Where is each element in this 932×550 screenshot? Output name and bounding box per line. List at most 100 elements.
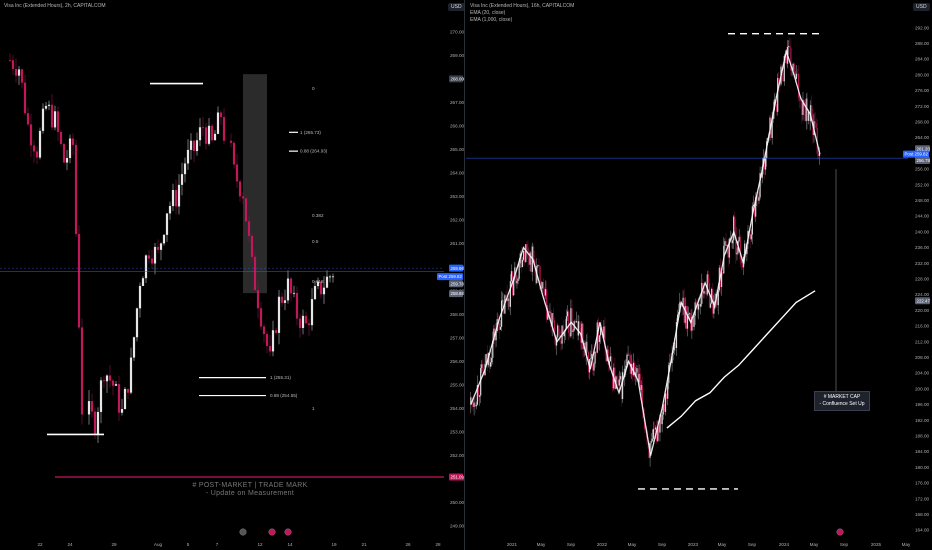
right-chart-pane[interactable]: 292.00 288.00 284.00 280.00 276.00 272.00 268.… xyxy=(466,0,932,550)
candle-body xyxy=(241,196,245,199)
candle-body xyxy=(14,69,18,76)
price-tick-label: 265.00 xyxy=(450,147,464,152)
candle-body xyxy=(491,357,493,363)
fib-label-088-lower: 0.88 (254.55) xyxy=(270,393,298,398)
candle-body xyxy=(725,241,727,246)
candle-body xyxy=(198,127,202,141)
time-tick-label: 2022 xyxy=(597,542,608,547)
candle-body xyxy=(796,73,799,75)
candle-body xyxy=(235,164,239,182)
candle-body xyxy=(674,342,676,348)
candle-body xyxy=(259,308,263,327)
candle-body xyxy=(274,330,278,333)
candle-body xyxy=(195,140,199,152)
candle-body xyxy=(507,298,509,301)
candle-body xyxy=(621,372,624,400)
candle-body xyxy=(114,384,118,386)
left-currency-badge[interactable]: USD xyxy=(448,3,464,11)
candle-body xyxy=(32,145,36,152)
price-tick-label: 168.00 xyxy=(915,512,929,517)
price-tick-label: 240.00 xyxy=(915,229,929,234)
candle-body xyxy=(20,69,24,83)
candle-body xyxy=(59,131,63,144)
fib-label-0618: 0.618 xyxy=(312,279,324,284)
candle-body xyxy=(542,282,544,289)
price-tag-label: Post 259.82 xyxy=(905,152,929,157)
right-chart-canvas[interactable]: 292.00 288.00 284.00 280.00 276.00 272.00 268.… xyxy=(466,0,932,550)
candle-body xyxy=(41,108,45,131)
price-tick-label: 262.00 xyxy=(450,218,464,223)
candle-body xyxy=(505,295,507,296)
price-tick-label: 204.00 xyxy=(915,371,929,376)
price-tick-label: 216.00 xyxy=(915,324,929,329)
price-tick-label: 236.00 xyxy=(915,245,929,250)
legend-ema-20[interactable]: EMA (20, close) xyxy=(470,10,574,17)
left-chart-canvas[interactable]: 0 1 (265.73) 0.88 (264.93) 0.382 0.5 0.618 1 (… xyxy=(0,0,464,550)
candle-body xyxy=(814,121,816,124)
price-tick-label: 269.00 xyxy=(450,53,464,58)
price-tick-label: 263.00 xyxy=(450,194,464,199)
candle-body xyxy=(271,330,275,352)
time-tick-label: Sep xyxy=(658,542,667,547)
candle-body xyxy=(301,315,305,328)
candle-body xyxy=(310,299,314,326)
candle-body xyxy=(640,385,642,390)
candle-body xyxy=(543,288,546,296)
right-currency-badge[interactable]: USD xyxy=(913,3,930,11)
candle-body xyxy=(499,326,502,330)
candle-body xyxy=(473,402,475,407)
legend-ema-1000[interactable]: EMA (1,000, close) xyxy=(470,17,574,24)
candle-body xyxy=(183,163,187,175)
candle-body xyxy=(216,112,220,134)
price-tick-label: 180.00 xyxy=(915,465,929,470)
candle-body xyxy=(524,250,526,262)
candle-body xyxy=(558,325,560,331)
candle-body xyxy=(229,140,233,143)
price-tag-label: 261.20 xyxy=(917,146,931,151)
candle-body xyxy=(616,376,618,380)
price-tick-label: 192.00 xyxy=(915,418,929,423)
candle-body xyxy=(68,138,72,159)
candle-body xyxy=(569,333,571,337)
candle-body xyxy=(811,105,813,115)
candle-body xyxy=(793,63,795,72)
left-chart-pane[interactable]: 0 1 (265.73) 0.88 (264.93) 0.382 0.5 0.618 1 (… xyxy=(0,0,465,550)
candle-body xyxy=(62,143,66,163)
candle-body xyxy=(502,300,504,302)
candle-body xyxy=(105,375,109,382)
candle-body xyxy=(559,330,561,342)
candle-body xyxy=(654,427,657,430)
candle-body xyxy=(474,402,476,407)
time-tick-label: Sep xyxy=(567,542,576,547)
callout-line-2: - Confluence Set Up xyxy=(819,401,865,407)
market-cap-callout: # MARKET CAP - Confluence Set Up xyxy=(814,391,870,411)
price-tick-label: 196.00 xyxy=(915,402,929,407)
candle-body xyxy=(159,243,163,250)
candle-body xyxy=(99,380,103,412)
candle-body xyxy=(286,278,290,301)
candle-body xyxy=(705,293,707,295)
candle-body xyxy=(576,321,579,336)
price-tick-label: 284.00 xyxy=(915,57,929,62)
candle-body xyxy=(29,124,33,146)
candle-body xyxy=(549,311,551,313)
candle-body xyxy=(265,334,269,346)
price-tick-label: 188.00 xyxy=(915,433,929,438)
candle-body xyxy=(102,380,106,382)
time-tick-label: 21 xyxy=(361,542,367,547)
candle-body xyxy=(593,363,595,371)
lightning-icon xyxy=(239,528,247,536)
candle-body xyxy=(295,292,299,319)
candle-body xyxy=(775,104,778,112)
candle-body xyxy=(757,196,759,201)
price-tick-label: 292.00 xyxy=(915,25,929,30)
candle-body xyxy=(572,330,574,332)
candle-body xyxy=(789,45,791,48)
candle-body xyxy=(706,274,708,295)
time-tick-label: 14 xyxy=(287,542,293,547)
candle-body xyxy=(758,197,760,201)
candle-body xyxy=(685,306,687,329)
time-tick-label: 2025 xyxy=(871,542,882,547)
candle-body xyxy=(800,100,802,102)
candle-body xyxy=(247,221,251,236)
